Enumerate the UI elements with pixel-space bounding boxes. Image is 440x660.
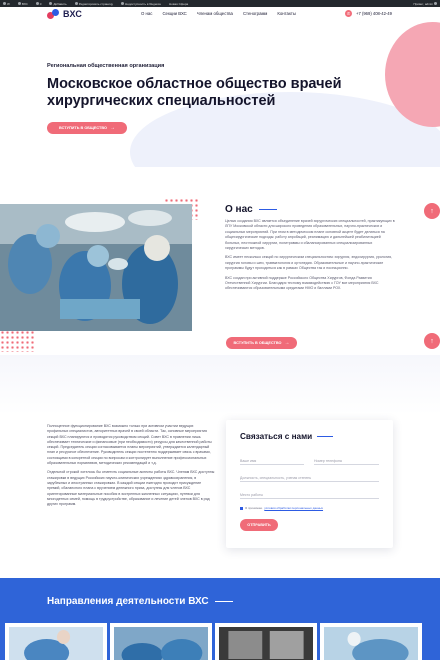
admin-bar-item[interactable]: Добавить — [49, 2, 67, 6]
warning-icon — [121, 2, 125, 5]
scroll-up-button[interactable]: ↑ — [424, 333, 440, 349]
arrow-right-icon: → — [109, 125, 115, 131]
contact-title: Связаться с нами — [240, 432, 379, 441]
workplace-input[interactable]: Место работы — [240, 489, 379, 499]
about-text: Целью создания ВХС является объединение … — [225, 219, 395, 296]
direction-card-image — [9, 627, 103, 660]
admin-bar-item[interactable]: 0 — [35, 2, 41, 6]
hero-subtitle: Региональная общественная организация — [47, 63, 165, 69]
surgery-photo — [0, 204, 192, 331]
about-paragraph: ВХС имеет несколько секций по хирургичес… — [225, 255, 393, 271]
directions-title: Направления деятельности ВХС — [47, 596, 233, 607]
phone-input[interactable]: Номер телефона — [314, 455, 379, 465]
directions-cards — [0, 623, 440, 660]
info-paragraph: Полноценное функционирование ВХС возможн… — [47, 424, 212, 466]
about-title: О нас — [225, 204, 277, 215]
consent-checkbox[interactable] — [240, 506, 243, 510]
avatar-icon — [434, 2, 437, 5]
site-logo[interactable]: ВХС — [47, 8, 82, 20]
section-background — [0, 355, 440, 415]
decorative-dots — [0, 330, 34, 352]
consent-checkbox-row[interactable]: Я принимаю условия обработки персональны… — [240, 506, 323, 510]
privacy-link[interactable]: условия обработки персональных данных — [264, 506, 323, 510]
hero-title: Московское областное общество врачей хир… — [47, 76, 342, 109]
title-underline — [214, 601, 233, 602]
arrow-up-icon: ↑ — [430, 337, 434, 345]
nav-item-contacts[interactable]: Контакты — [277, 11, 296, 16]
about-join-button[interactable]: ВСТУПИТЬ В ОБЩЕСТВО → — [226, 337, 297, 349]
home-icon — [17, 2, 21, 5]
arrow-right-icon: → — [284, 340, 290, 346]
admin-bar-item[interactable]: Редактировать страницу — [74, 2, 113, 6]
logo-circle-blue — [52, 9, 59, 16]
nav-item-members[interactable]: Членам общества — [197, 11, 233, 16]
edit-icon — [74, 2, 78, 5]
nav-item-sections[interactable]: Секции ВХС — [162, 11, 186, 16]
site-header: ВХС О нас Секции ВХС Членам общества Сте… — [0, 7, 440, 23]
wordpress-icon — [3, 2, 6, 5]
header-phone[interactable]: ✆ +7 (969) 408-42-49 — [345, 10, 392, 17]
phone-number: +7 (969) 408-42-49 — [356, 11, 392, 16]
admin-bar-item[interactable]: Недоступность в Яндексе — [121, 2, 161, 6]
direction-card-image — [114, 627, 208, 660]
scroll-up-button[interactable]: ↑ — [424, 203, 440, 219]
join-society-button[interactable]: ВСТУПИТЬ В ОБЩЕСТВО → — [47, 122, 127, 134]
info-paragraph: Отдельной строкой хотелось бы отметить с… — [47, 470, 215, 507]
name-input[interactable]: Ваше имя — [240, 455, 304, 465]
direction-card[interactable] — [215, 623, 317, 660]
send-button[interactable]: ОТПРАВИТЬ — [240, 519, 278, 531]
about-paragraph: Целью создания ВХС является объединение … — [225, 219, 395, 251]
position-input[interactable]: Должность, специальность, ученая степень — [240, 472, 379, 482]
main-nav: О нас Секции ВХС Членам общества Стеногр… — [141, 11, 296, 16]
about-paragraph: ВХС создан при активной поддержке Россий… — [225, 275, 379, 291]
logo-mark-icon — [47, 8, 61, 20]
admin-bar-item[interactable]: ВХС — [17, 2, 28, 6]
admin-bar: W ВХС 0 Добавить Редактировать страницу … — [0, 0, 440, 7]
nav-item-transcripts[interactable]: Стенограмм — [243, 11, 267, 16]
title-underline — [258, 209, 277, 210]
comment-icon — [35, 2, 39, 5]
surgery-photo-illustration — [0, 204, 192, 331]
admin-bar-account[interactable]: Привет, admin — [413, 2, 437, 6]
contact-form-card: Связаться с нами Ваше имя Номер телефона… — [226, 420, 393, 548]
title-underline — [317, 436, 334, 437]
direction-card[interactable] — [320, 623, 422, 660]
admin-bar-item[interactable]: W — [3, 2, 10, 6]
info-text: Полноценное функционирование ВХС возможн… — [47, 424, 215, 511]
direction-card-image — [324, 627, 418, 660]
arrow-up-icon: ↑ — [430, 207, 434, 215]
direction-card[interactable] — [5, 623, 107, 660]
directions-section: Направления деятельности ВХС — [0, 578, 440, 660]
nav-item-about[interactable]: О нас — [141, 11, 152, 16]
direction-card[interactable] — [110, 623, 212, 660]
phone-icon: ✆ — [345, 10, 352, 17]
admin-bar-item[interactable]: Новая Сфера — [169, 2, 188, 6]
plus-icon — [49, 2, 53, 5]
logo-text: ВХС — [63, 9, 83, 19]
direction-card-image — [219, 627, 313, 660]
